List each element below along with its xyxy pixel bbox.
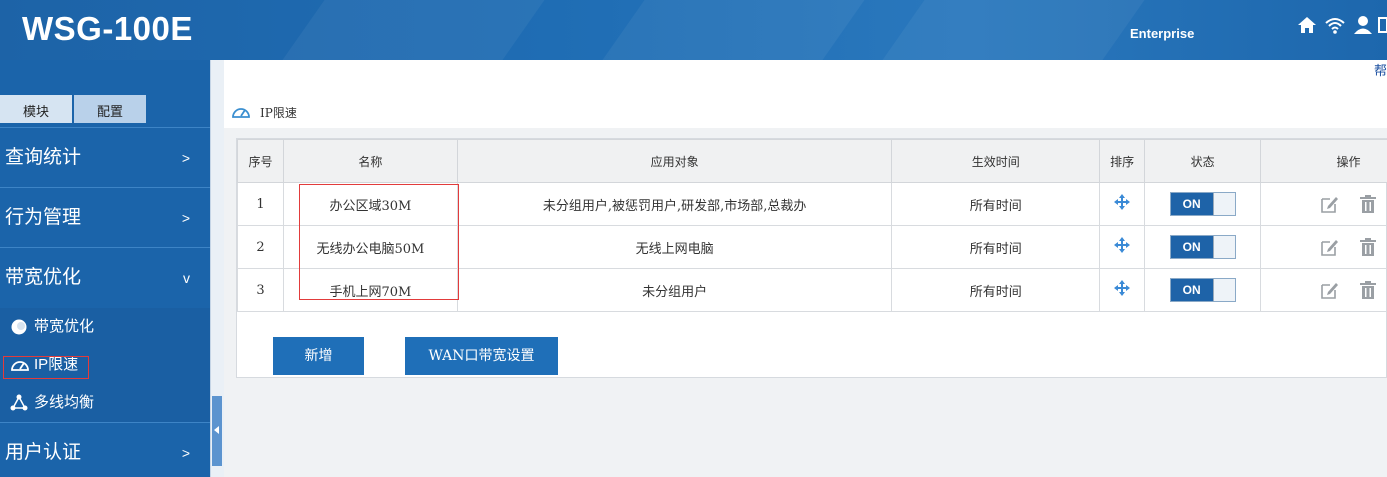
- sidebar-item-multiline-balance[interactable]: 多线均衡: [0, 384, 210, 422]
- gauge-icon: [232, 108, 250, 118]
- column-header: 序号: [237, 139, 284, 183]
- actions-cell: [1260, 268, 1387, 312]
- chevron-down-icon: v: [183, 270, 190, 286]
- user-icon[interactable]: [1352, 14, 1374, 36]
- sort-cell: [1099, 225, 1146, 269]
- chevron-right-icon: >: [181, 445, 190, 461]
- status-cell: ON: [1144, 182, 1262, 226]
- menu-label: 查询统计: [5, 147, 82, 168]
- header-decoration: [261, 0, 559, 60]
- chevron-right-icon: >: [181, 150, 190, 166]
- tab-config[interactable]: 配置: [74, 95, 146, 126]
- page-title-text: IP限速: [260, 106, 297, 120]
- network-icon: [10, 394, 28, 411]
- content-panel: 序号 名称 应用对象 生效时间 排序 状态 操作 1 办公区域30M 未分组用户…: [224, 128, 1387, 477]
- row-target: 无线上网电脑: [456, 225, 893, 269]
- top-header: WSG-100E Enterprise: [0, 0, 1387, 60]
- menu-query-stats[interactable]: 查询统计 >: [0, 127, 210, 187]
- sidebar-tabs: 模块 配置: [0, 60, 210, 126]
- name-column-highlight: [299, 184, 459, 300]
- menu-user-auth[interactable]: 用户认证 >: [0, 422, 210, 477]
- exit-icon[interactable]: [1378, 14, 1387, 36]
- status-toggle[interactable]: ON: [1169, 192, 1236, 216]
- move-icon[interactable]: [1114, 237, 1131, 253]
- row-index: 2: [237, 225, 284, 269]
- row-time: 所有时间: [891, 182, 1101, 226]
- header-decoration: [581, 0, 879, 60]
- edition-label: Enterprise: [1130, 26, 1195, 41]
- toggle-knob: [1212, 193, 1235, 215]
- menu-label: 行为管理: [5, 207, 82, 228]
- edit-icon[interactable]: [1319, 280, 1339, 300]
- wifi-icon[interactable]: [1324, 14, 1346, 36]
- actions-cell: [1260, 182, 1387, 226]
- menu-label: 带宽优化: [5, 267, 82, 288]
- table-header-row: 序号 名称 应用对象 生效时间 排序 状态 操作: [237, 139, 1387, 183]
- row-index: 1: [237, 182, 284, 226]
- status-cell: ON: [1144, 268, 1262, 312]
- status-toggle[interactable]: ON: [1169, 278, 1236, 302]
- page-title: IP限速: [232, 104, 297, 121]
- row-target: 未分组用户: [456, 268, 893, 312]
- rules-table-container: 序号 名称 应用对象 生效时间 排序 状态 操作 1 办公区域30M 未分组用户…: [236, 138, 1387, 378]
- column-header: 名称: [282, 139, 458, 183]
- row-target: 未分组用户,被惩罚用户,研发部,市场部,总裁办: [456, 182, 893, 226]
- chevron-right-icon: >: [181, 210, 190, 226]
- move-icon[interactable]: [1114, 280, 1131, 296]
- toggle-on-label: ON: [1170, 279, 1213, 301]
- sidebar-item-label: 带宽优化: [34, 318, 95, 335]
- menu-behavior-management[interactable]: 行为管理 >: [0, 187, 210, 247]
- sidebar-item-label: 多线均衡: [34, 394, 95, 411]
- status-cell: ON: [1144, 225, 1262, 269]
- column-header: 排序: [1099, 139, 1146, 183]
- row-time: 所有时间: [891, 268, 1101, 312]
- column-header: 操作: [1260, 139, 1387, 183]
- menu-bandwidth-optimization[interactable]: 带宽优化 v: [0, 247, 210, 307]
- delete-icon[interactable]: [1358, 237, 1378, 257]
- actions-cell: [1260, 225, 1387, 269]
- main-content: 帮 IP限速 序号 名称 应用对象 生效时间 排序 状态 操作 1 办公区域30…: [224, 60, 1387, 477]
- help-link[interactable]: 帮: [1374, 60, 1387, 79]
- toggle-on-label: ON: [1170, 236, 1213, 258]
- sidebar: 模块 配置 查询统计 > 行为管理 > 带宽优化 v 带宽优化 IP限速 多线均…: [0, 60, 210, 477]
- column-header: 状态: [1144, 139, 1262, 183]
- add-button[interactable]: 新增: [273, 337, 364, 375]
- edit-icon[interactable]: [1319, 194, 1339, 214]
- move-icon[interactable]: [1114, 194, 1131, 210]
- column-header: 应用对象: [456, 139, 893, 183]
- active-item-highlight: [3, 356, 89, 379]
- header-decoration: [861, 0, 1159, 60]
- toggle-knob: [1212, 279, 1235, 301]
- sort-cell: [1099, 268, 1146, 312]
- product-logo: WSG-100E: [22, 10, 193, 47]
- home-icon[interactable]: [1296, 14, 1318, 36]
- menu-label: 用户认证: [5, 442, 82, 463]
- edit-icon[interactable]: [1319, 237, 1339, 257]
- delete-icon[interactable]: [1358, 280, 1378, 300]
- row-index: 3: [237, 268, 284, 312]
- sort-cell: [1099, 182, 1146, 226]
- wan-bandwidth-settings-button[interactable]: WAN口带宽设置: [405, 337, 558, 375]
- row-time: 所有时间: [891, 225, 1101, 269]
- collapse-handle[interactable]: [212, 396, 222, 466]
- circle-icon: [11, 319, 27, 335]
- toggle-knob: [1212, 236, 1235, 258]
- delete-icon[interactable]: [1358, 194, 1378, 214]
- column-header: 生效时间: [891, 139, 1101, 183]
- status-toggle[interactable]: ON: [1169, 235, 1236, 259]
- toggle-on-label: ON: [1170, 193, 1213, 215]
- tab-module[interactable]: 模块: [0, 95, 72, 126]
- sidebar-splitter[interactable]: [210, 60, 224, 477]
- sidebar-item-bandwidth-optimization[interactable]: 带宽优化: [0, 308, 210, 346]
